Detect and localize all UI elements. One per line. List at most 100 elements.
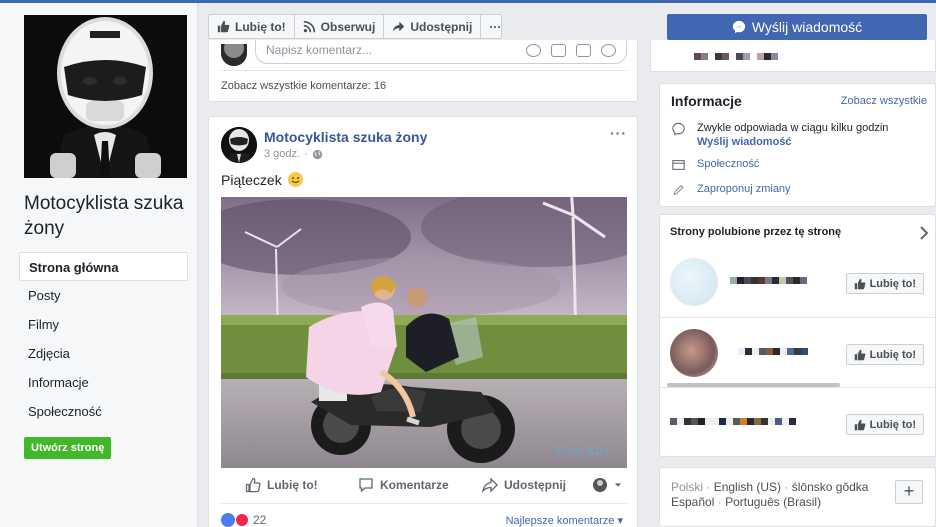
- nav-item-about[interactable]: Informacje: [19, 368, 188, 397]
- liked-page-like-button[interactable]: Lubię to!: [845, 273, 924, 294]
- info-card: Informacje Zobacz wszystkie Zwykle odpow…: [659, 83, 936, 207]
- messenger-icon: [732, 20, 745, 34]
- post-author-name[interactable]: Motocyklista szuka żony: [264, 129, 427, 145]
- horizontal-scrollbar[interactable]: [667, 383, 840, 387]
- commenter-avatar: [221, 44, 247, 66]
- blurred-page-name: [738, 348, 808, 355]
- post-text-content: Piąteczek: [221, 172, 282, 188]
- blurred-page-name: [670, 418, 796, 425]
- liked-page-row: Lubię to!: [660, 317, 936, 387]
- suggest-edits-link[interactable]: Zaproponuj zmiany: [697, 183, 791, 195]
- page-navigation: Strona główna Posty Filmy Zdjęcia Inform…: [19, 252, 188, 426]
- caret-down-icon: ▾: [617, 515, 623, 527]
- divider: [221, 70, 627, 71]
- liked-page-like-label: Lubię to!: [869, 348, 916, 361]
- share-arrow-icon: [393, 21, 405, 32]
- post-share-button[interactable]: Udostępnij: [482, 477, 566, 493]
- see-all-comments-link[interactable]: Zobacz wszystkie komentarze: 16: [221, 80, 386, 92]
- liked-page-like-label: Lubię to!: [869, 418, 916, 431]
- page-action-bar: Lubię to! Obserwuj Udostępnij ···: [208, 14, 502, 39]
- send-message-button[interactable]: Wyślij wiadomość: [667, 14, 927, 40]
- response-time-row: Zwykle odpowiada w ciągu kilku godzin Wy…: [671, 122, 888, 148]
- follow-button[interactable]: Obserwuj: [295, 15, 385, 38]
- language-separator: ·: [717, 495, 722, 509]
- reactions-summary[interactable]: 22: [221, 513, 266, 527]
- emoji-icon[interactable]: [526, 44, 541, 57]
- comment-sort-label: Najlepsze komentarze: [505, 515, 615, 527]
- language-link[interactable]: Português (Brasil): [725, 495, 821, 509]
- language-link[interactable]: ślōnsko gŏdka: [792, 480, 869, 494]
- comment-placeholder: Napisz komentarz...: [266, 43, 373, 57]
- thumbs-up-icon: [217, 20, 230, 33]
- page-avatar-icon: [593, 478, 607, 492]
- chevron-right-icon[interactable]: [919, 226, 929, 240]
- love-reaction-icon: [235, 513, 249, 527]
- post-timestamp[interactable]: 3 godz.: [264, 148, 300, 160]
- liked-page-like-button[interactable]: Lubię to!: [845, 414, 924, 435]
- info-send-message-link[interactable]: Wyślij wiadomość: [697, 136, 888, 148]
- thumbs-up-icon: [245, 477, 261, 493]
- thumbs-up-icon: [854, 349, 865, 360]
- page-like-label: Lubię to!: [235, 19, 286, 34]
- divider: [221, 503, 627, 504]
- post-photo[interactable]: Foto Kus: [221, 197, 627, 468]
- response-time-text: Zwykle odpowiada w ciągu kilku godzin: [697, 122, 889, 134]
- liked-page-avatar[interactable]: [670, 329, 718, 377]
- blurred-content: [694, 53, 778, 60]
- post-like-button[interactable]: Lubię to!: [245, 477, 318, 493]
- smiley-emoji-icon: [287, 172, 303, 187]
- sticker-icon[interactable]: [601, 44, 616, 57]
- liked-pages-title[interactable]: Strony polubione przez tę stronę: [670, 226, 841, 238]
- post-comment-button[interactable]: Komentarze: [358, 477, 449, 493]
- nav-item-photos[interactable]: Zdjęcia: [19, 339, 188, 368]
- nav-item-community[interactable]: Społeczność: [19, 397, 188, 426]
- nav-item-posts[interactable]: Posty: [19, 281, 188, 310]
- post-actions: Lubię to! Komentarze Udostępnij: [209, 471, 637, 499]
- post-options-button[interactable]: ···: [610, 125, 627, 141]
- page-name: Motocyklista szuka żony: [24, 193, 184, 239]
- comment-input[interactable]: Napisz komentarz...: [255, 40, 627, 64]
- language-link[interactable]: Español: [671, 495, 714, 509]
- post-share-label: Udostępnij: [504, 478, 566, 492]
- share-page-button[interactable]: Udostępnij: [384, 15, 482, 38]
- profile-photo-image: [24, 15, 187, 178]
- post-text: Piąteczek: [221, 172, 303, 188]
- profile-picture[interactable]: [24, 15, 187, 178]
- liked-page-avatar[interactable]: [670, 258, 718, 306]
- camera-icon[interactable]: [551, 44, 566, 57]
- reaction-count: 22: [253, 513, 267, 527]
- language-separator: ·: [784, 480, 789, 494]
- gif-icon[interactable]: [576, 44, 591, 57]
- language-link[interactable]: English (US): [714, 480, 781, 494]
- liked-pages-card: Strony polubione przez tę stronę Lubię t…: [659, 214, 936, 457]
- left-sidebar: Motocyklista szuka żony Strona główna Po…: [0, 3, 198, 527]
- post-author-avatar[interactable]: [221, 127, 257, 163]
- add-language-button[interactable]: +: [895, 480, 923, 504]
- language-current: Polski: [671, 480, 704, 494]
- thumbs-up-icon: [854, 278, 865, 289]
- liked-page-like-label: Lubię to!: [869, 277, 916, 290]
- rss-icon: [303, 20, 315, 33]
- see-all-info-link[interactable]: Zobacz wszystkie: [841, 95, 927, 107]
- messenger-icon: [672, 122, 685, 136]
- previous-post-card: Napisz komentarz... Zobacz wszystkie kom…: [208, 40, 638, 102]
- create-page-button[interactable]: Utwórz stronę: [24, 437, 112, 459]
- post-card: Motocyklista szuka żony 3 godz. · ··· Pi…: [208, 116, 638, 527]
- info-title: Informacje: [671, 93, 742, 109]
- nav-item-videos[interactable]: Filmy: [19, 310, 188, 339]
- category-row: Społeczność: [671, 158, 759, 172]
- like-reaction-icon: [221, 513, 235, 527]
- post-as-selector[interactable]: [592, 477, 622, 493]
- motorcycle-couple-photo: Foto Kus: [221, 197, 627, 468]
- more-options-button[interactable]: ···: [481, 15, 509, 38]
- send-message-label: Wyślij wiadomość: [751, 19, 863, 35]
- page-like-button[interactable]: Lubię to!: [209, 15, 295, 38]
- nav-item-home[interactable]: Strona główna: [19, 252, 188, 281]
- liked-page-like-button[interactable]: Lubię to!: [845, 344, 924, 365]
- follow-label: Obserwuj: [320, 19, 376, 34]
- category-link[interactable]: Społeczność: [697, 158, 759, 170]
- photo-signature: Foto Kus: [555, 444, 609, 458]
- languages-card: Polski · English (US) · ślōnsko gŏdka Es…: [659, 467, 936, 527]
- comment-sort-dropdown[interactable]: Najlepsze komentarze ▾: [506, 514, 623, 527]
- thumbs-up-icon: [854, 419, 865, 430]
